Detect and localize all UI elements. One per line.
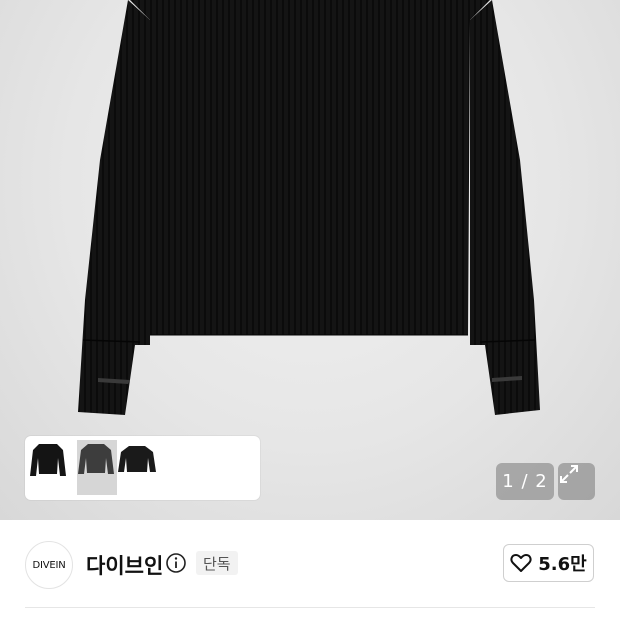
thumbnail-3[interactable] bbox=[117, 440, 158, 495]
thumbnail-2[interactable] bbox=[77, 440, 118, 495]
expand-icon bbox=[560, 465, 578, 483]
expand-button[interactable] bbox=[558, 463, 595, 500]
like-count: 5.6만 bbox=[538, 554, 587, 575]
thumbnail-3-image bbox=[118, 446, 156, 472]
product-image[interactable]: 1 / 2 bbox=[0, 0, 620, 520]
thumbnail-strip bbox=[25, 436, 260, 500]
divider bbox=[25, 607, 595, 608]
thumbnail-1[interactable] bbox=[29, 440, 70, 495]
thumbnail-1-image bbox=[30, 444, 66, 476]
brand-row: DIVEIN 다이브인 단독 5.6만 bbox=[0, 520, 620, 608]
heart-icon bbox=[510, 554, 532, 572]
info-icon[interactable] bbox=[165, 552, 187, 574]
brand-logo[interactable]: DIVEIN bbox=[25, 541, 73, 589]
brand-name[interactable]: 다이브인 bbox=[86, 550, 163, 580]
brand-logo-text: DIVEIN bbox=[32, 559, 66, 571]
like-button[interactable]: 5.6만 bbox=[503, 544, 594, 582]
exclusive-badge: 단독 bbox=[196, 551, 238, 575]
image-pager: 1 / 2 bbox=[496, 463, 554, 500]
thumbnail-2-image bbox=[78, 444, 114, 474]
